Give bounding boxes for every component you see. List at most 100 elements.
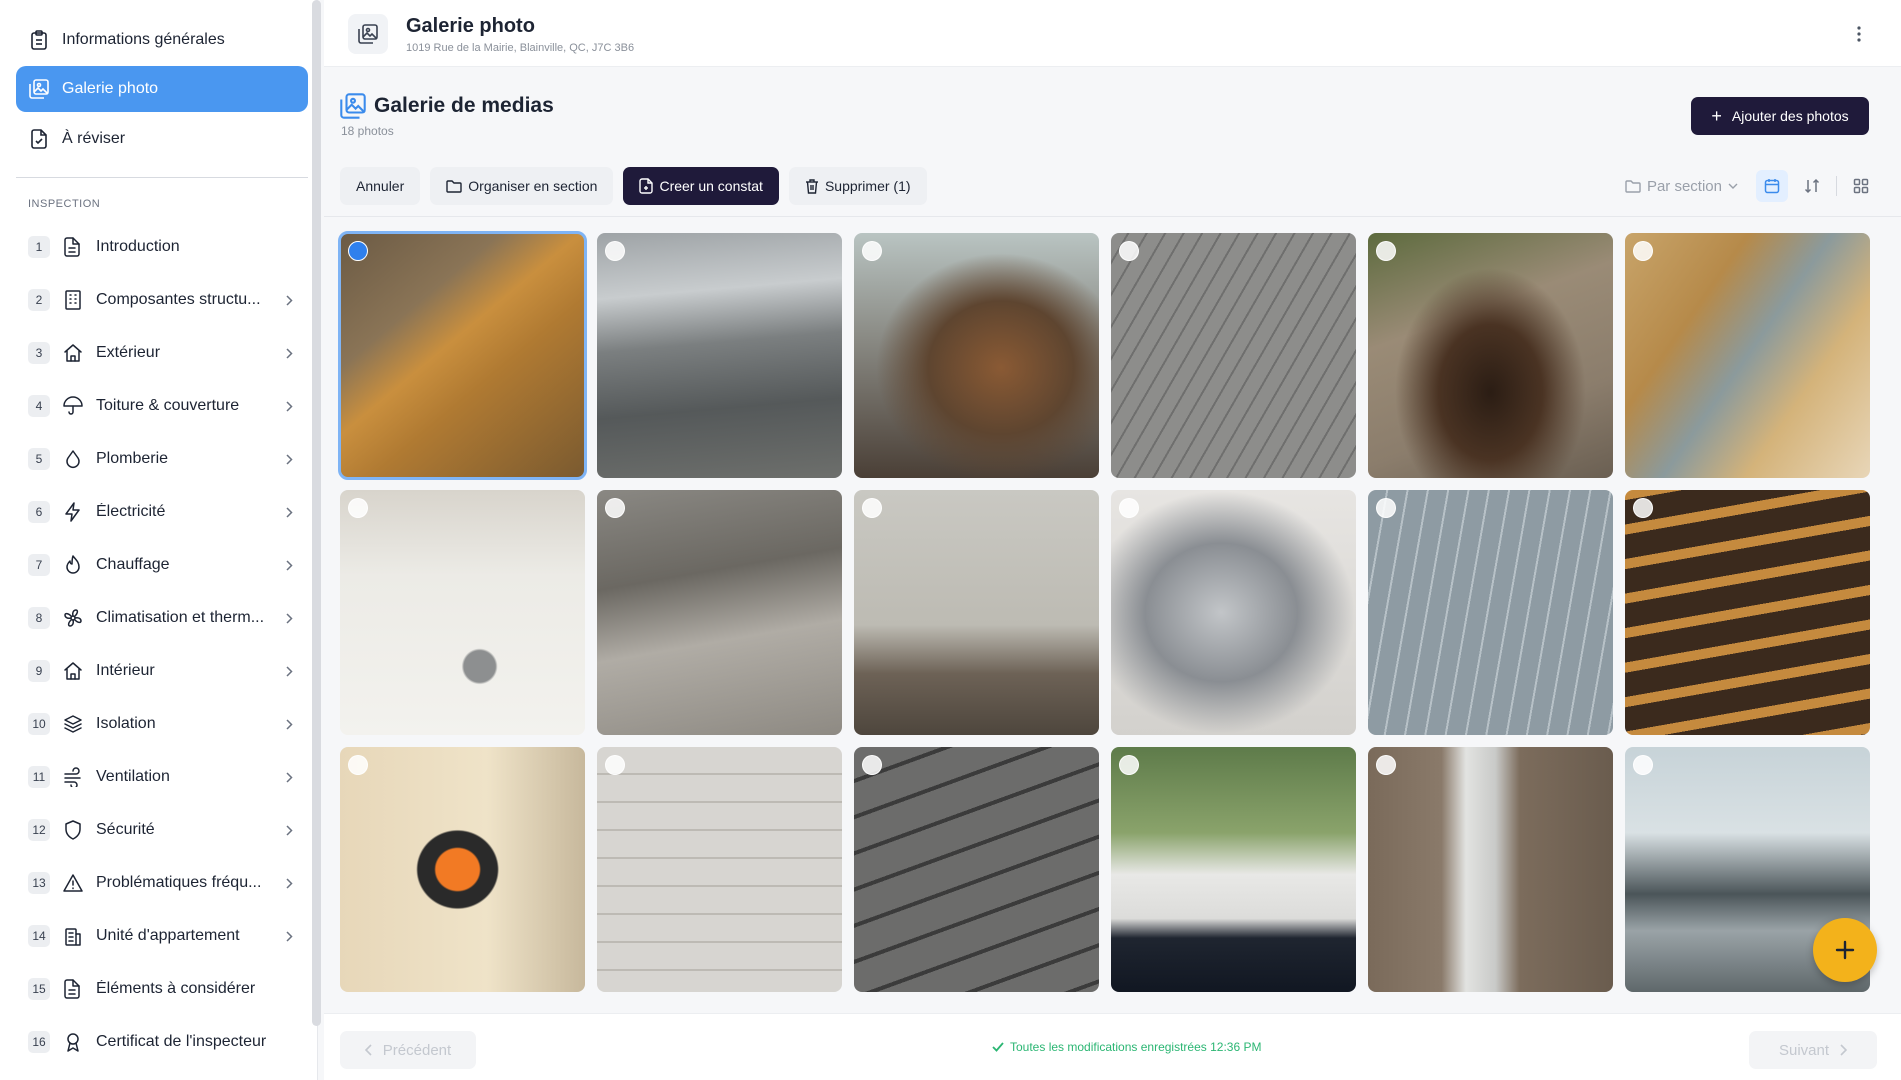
delete-button[interactable]: Supprimer (1) bbox=[788, 167, 927, 205]
sidebar-item-11[interactable]: 11 Ventilation bbox=[28, 757, 298, 797]
organize-section-button[interactable]: Organiser en section bbox=[430, 167, 614, 205]
add-photos-button[interactable]: + Ajouter des photos bbox=[1691, 97, 1869, 135]
chevron-right-icon bbox=[280, 453, 298, 465]
previous-button[interactable]: Précédent bbox=[340, 1031, 476, 1069]
photo-select-checkbox[interactable] bbox=[1376, 755, 1396, 775]
sidebar-item-14[interactable]: 14 Unité d'appartement bbox=[28, 916, 298, 956]
home-icon bbox=[62, 660, 84, 682]
sort-icon bbox=[1804, 178, 1820, 194]
chevron-right-icon bbox=[280, 877, 298, 889]
photo-select-checkbox[interactable] bbox=[348, 498, 368, 518]
photo-tile[interactable] bbox=[1111, 490, 1356, 735]
sidebar-item-a-reviser[interactable]: À réviser bbox=[16, 116, 308, 162]
previous-label: Précédent bbox=[382, 1041, 452, 1059]
sidebar-item-15[interactable]: 15 Éléments à considérer bbox=[28, 969, 298, 1009]
photo-select-checkbox[interactable] bbox=[862, 498, 882, 518]
photo-tile[interactable] bbox=[1368, 747, 1613, 992]
photo-select-checkbox[interactable] bbox=[862, 241, 882, 261]
delete-label: Supprimer (1) bbox=[824, 178, 911, 194]
save-status: Toutes les modifications enregistrées 12… bbox=[992, 1040, 1261, 1054]
calendar-view-button[interactable] bbox=[1756, 170, 1788, 202]
flame-icon bbox=[62, 554, 84, 576]
sidebar-item-informations-generales[interactable]: Informations générales bbox=[16, 17, 308, 63]
photo-select-checkbox[interactable] bbox=[862, 755, 882, 775]
photo-tile[interactable] bbox=[1111, 747, 1356, 992]
add-fab-button[interactable] bbox=[1813, 918, 1877, 982]
photo-tile[interactable] bbox=[597, 747, 842, 992]
photo-tile[interactable] bbox=[854, 747, 1099, 992]
photo-select-checkbox[interactable] bbox=[605, 241, 625, 261]
photo-tile[interactable] bbox=[338, 231, 587, 480]
chevron-right-icon bbox=[280, 347, 298, 359]
building-icon bbox=[62, 289, 84, 311]
sidebar-item-galerie-photo[interactable]: Galerie photo bbox=[16, 66, 308, 112]
photo-select-checkbox[interactable] bbox=[1633, 241, 1653, 261]
photo-select-checkbox[interactable] bbox=[605, 498, 625, 518]
section-number: 16 bbox=[28, 1031, 50, 1053]
sidebar-item-label: Sécurité bbox=[96, 821, 155, 838]
group-by-select[interactable]: Par section bbox=[1625, 178, 1738, 195]
umbrella-icon bbox=[62, 395, 84, 417]
sidebar-item-1[interactable]: 1 Introduction bbox=[28, 227, 298, 267]
sidebar-item-7[interactable]: 7 Chauffage bbox=[28, 545, 298, 585]
photo-tile[interactable] bbox=[1368, 490, 1613, 735]
next-button[interactable]: Suivant bbox=[1749, 1031, 1877, 1069]
add-photos-label: Ajouter des photos bbox=[1731, 108, 1849, 124]
sidebar-scrollbar[interactable] bbox=[312, 0, 321, 1026]
photo-tile[interactable] bbox=[1625, 490, 1870, 735]
grid-view-button[interactable] bbox=[1845, 170, 1877, 202]
photo-tile[interactable] bbox=[1111, 233, 1356, 478]
sidebar-item-2[interactable]: 2 Composantes structu... bbox=[28, 280, 298, 320]
photo-tile[interactable] bbox=[597, 490, 842, 735]
sidebar-item-4[interactable]: 4 Toiture & couverture bbox=[28, 386, 298, 426]
photo-tile[interactable] bbox=[1625, 233, 1870, 478]
sidebar-item-12[interactable]: 12 Sécurité bbox=[28, 810, 298, 850]
gallery-title: Galerie de medias bbox=[374, 94, 554, 117]
create-label: Creer un constat bbox=[659, 178, 763, 194]
photo-tile[interactable] bbox=[597, 233, 842, 478]
sidebar-item-6[interactable]: 6 Électricité bbox=[28, 492, 298, 532]
photo-select-checkbox[interactable] bbox=[1633, 755, 1653, 775]
sidebar-item-label: Composantes structu... bbox=[96, 291, 261, 308]
photo-select-checkbox[interactable] bbox=[348, 755, 368, 775]
sidebar-item-3[interactable]: 3 Extérieur bbox=[28, 333, 298, 373]
sidebar-item-9[interactable]: 9 Intérieur bbox=[28, 651, 298, 691]
section-number: 5 bbox=[28, 448, 50, 470]
photo-tile[interactable] bbox=[854, 233, 1099, 478]
shield-icon bbox=[62, 819, 84, 841]
photo-tile[interactable] bbox=[340, 490, 585, 735]
photo-select-checkbox[interactable] bbox=[1119, 498, 1139, 518]
grid-icon bbox=[1853, 178, 1869, 194]
sidebar-section-label: INSPECTION bbox=[28, 198, 101, 210]
media-gallery-icon bbox=[340, 93, 366, 119]
more-options-icon[interactable] bbox=[1847, 20, 1871, 48]
sidebar-item-10[interactable]: 10 Isolation bbox=[28, 704, 298, 744]
photo-select-checkbox[interactable] bbox=[1376, 241, 1396, 261]
sort-button[interactable] bbox=[1796, 170, 1828, 202]
clipboard-icon bbox=[28, 29, 50, 51]
sidebar-item-label: Extérieur bbox=[96, 344, 161, 361]
photo-tile[interactable] bbox=[340, 747, 585, 992]
award-icon bbox=[62, 1031, 84, 1053]
chevron-right-icon bbox=[1839, 1044, 1848, 1056]
sidebar-item-13[interactable]: 13 Problématiques fréqu... bbox=[28, 863, 298, 903]
photo-select-checkbox[interactable] bbox=[1376, 498, 1396, 518]
photo-select-checkbox[interactable] bbox=[1119, 241, 1139, 261]
photo-select-checkbox[interactable] bbox=[605, 755, 625, 775]
create-finding-button[interactable]: Creer un constat bbox=[623, 167, 779, 205]
photo-tile[interactable] bbox=[1368, 233, 1613, 478]
cancel-button[interactable]: Annuler bbox=[340, 167, 421, 205]
sidebar-item-5[interactable]: 5 Plomberie bbox=[28, 439, 298, 479]
photo-select-checkbox[interactable] bbox=[1633, 498, 1653, 518]
lightning-icon bbox=[62, 501, 84, 523]
calendar-icon bbox=[1764, 178, 1780, 194]
photo-select-checkbox[interactable] bbox=[1119, 755, 1139, 775]
sidebar-item-16[interactable]: 16 Certificat de l'inspecteur bbox=[28, 1022, 298, 1062]
photo-tile[interactable] bbox=[854, 490, 1099, 735]
chevron-right-icon bbox=[280, 506, 298, 518]
sidebar-item-label: Chauffage bbox=[96, 556, 170, 573]
sidebar-item-label: Climatisation et therm... bbox=[96, 609, 265, 626]
photo-select-checkbox[interactable] bbox=[348, 241, 368, 261]
photo-grid bbox=[338, 231, 1872, 992]
sidebar-item-8[interactable]: 8 Climatisation et therm... bbox=[28, 598, 298, 638]
